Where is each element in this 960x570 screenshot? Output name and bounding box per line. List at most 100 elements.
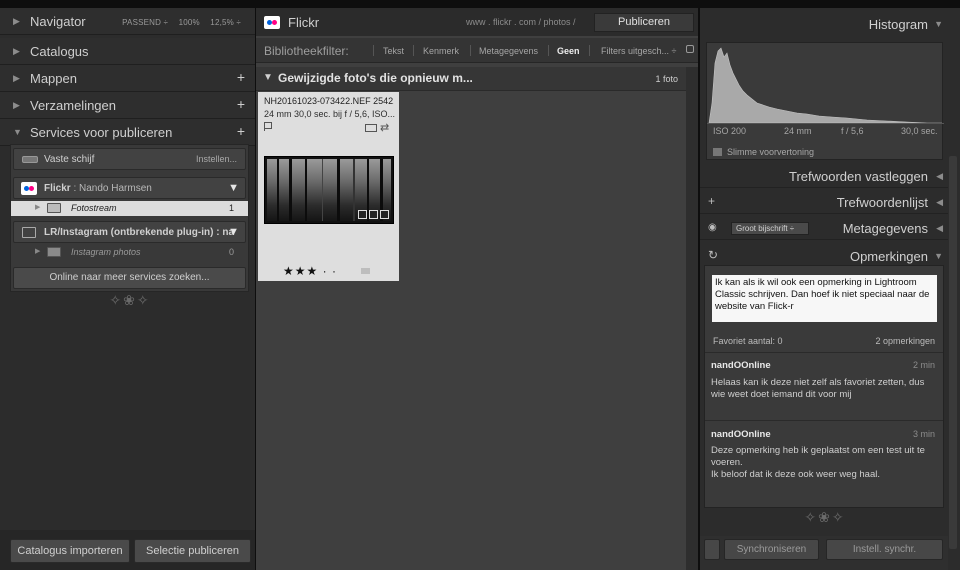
sync-arrows-icon: ⇄ — [380, 122, 390, 134]
comments-title: Opmerkingen — [849, 249, 928, 264]
zoom-100-option[interactable]: 100% — [179, 18, 200, 27]
find-more-services-button[interactable]: Online naar meer services zoeken... — [13, 267, 246, 289]
star-rating[interactable]: ★★★ · · — [283, 264, 337, 278]
favorites-count: Favoriet aantal: 0 — [713, 336, 783, 346]
divider — [373, 45, 374, 56]
expand-triangle-icon[interactable]: ◀ — [936, 171, 943, 182]
expand-triangle-icon[interactable]: ▶ — [13, 100, 20, 111]
publish-services-header[interactable]: ▼ Services voor publiceren + — [0, 119, 255, 146]
photo-thumbnail[interactable] — [264, 156, 394, 224]
chevron-down-icon[interactable]: ▼ — [228, 182, 239, 194]
publish-services-title: Services voor publiceren — [30, 125, 173, 140]
service-lr-instagram[interactable]: LR/Instagram (ontbrekende plug-in) : na … — [13, 221, 246, 243]
keywording-header[interactable]: Trefwoorden vastleggen ◀ — [700, 164, 948, 188]
metadata-header[interactable]: ◉ Groot bijschrift ÷ Metagegevens ◀ — [700, 216, 948, 240]
right-panel-scrollbar[interactable] — [949, 156, 957, 549]
service-flickr[interactable]: Flickr : Nando Harmsen ▼ — [13, 177, 246, 199]
sync-settings-button[interactable]: Instell. synchr. — [826, 539, 943, 560]
flickr-icon — [21, 182, 37, 195]
collapse-triangle-icon[interactable]: ▼ — [263, 72, 273, 83]
crop-badge-icon — [369, 210, 378, 219]
comment-time: 2 min — [912, 360, 935, 370]
color-label[interactable] — [361, 268, 370, 274]
smart-preview-checkbox[interactable] — [713, 148, 722, 156]
left-panel: ▶ Navigator PASSEND ÷ 100% 12,5% ÷ ▶ Cat… — [0, 8, 255, 570]
add-collection-icon[interactable]: + — [237, 96, 245, 112]
tree — [337, 159, 340, 221]
expand-triangle-icon[interactable]: ▶ — [35, 247, 40, 255]
zoom-fit-option[interactable]: PASSEND ÷ — [122, 18, 168, 27]
filter-preset-dropdown[interactable]: Filters uitgesch... ÷ — [601, 46, 676, 56]
photo-exif: 24 mm 30,0 sec. bij f / 5,6, ISO... — [264, 109, 396, 119]
comment-author: nandOOnline — [711, 360, 771, 371]
photo-grid-cell[interactable]: NH20161023-073422.NEF 2542... 24 mm 30,0… — [258, 92, 399, 281]
add-keyword-icon[interactable]: + — [708, 194, 715, 208]
lock-icon[interactable] — [686, 45, 694, 53]
keyword-list-header[interactable]: + Trefwoordenlijst ◀ — [700, 190, 948, 214]
filter-text-option[interactable]: Tekst — [383, 46, 404, 56]
expand-triangle-icon[interactable]: ▶ — [13, 46, 20, 57]
collection-count: 1 — [228, 203, 234, 213]
sync-bar: Synchroniseren Instell. synchr. — [700, 536, 948, 570]
divider — [705, 352, 943, 353]
service-flickr-label: Flickr : Nando Harmsen — [44, 183, 152, 194]
collection-fotostream[interactable]: ▶ Fotostream 1 — [11, 201, 248, 216]
filter-metadata-option[interactable]: Metagegevens — [479, 46, 538, 56]
filter-none-option[interactable]: Geen — [557, 46, 580, 56]
collapse-triangle-icon[interactable]: ▼ — [934, 251, 943, 261]
navigator-title: Navigator — [30, 14, 86, 29]
import-catalog-button[interactable]: Catalogus importeren — [10, 539, 130, 563]
metadata-title: Metagegevens — [842, 221, 928, 236]
tree — [289, 159, 292, 221]
divider — [470, 45, 471, 56]
divider — [548, 45, 549, 56]
setup-link[interactable]: Instellen... — [196, 154, 237, 164]
tree — [322, 159, 323, 221]
metadata-preset-dropdown[interactable]: Groot bijschrift ÷ — [731, 222, 809, 235]
navigator-header[interactable]: ▶ Navigator PASSEND ÷ 100% 12,5% ÷ — [0, 8, 255, 35]
histogram-graph — [707, 47, 944, 124]
add-folder-icon[interactable]: + — [237, 69, 245, 85]
expand-triangle-icon[interactable]: ◀ — [936, 197, 943, 208]
grid-scrollbar[interactable] — [686, 67, 698, 570]
synchronize-button[interactable]: Synchroniseren — [724, 539, 819, 560]
folders-title: Mappen — [30, 71, 77, 86]
collection-count: 0 — [228, 247, 234, 257]
modified-photos-section-header[interactable]: ▼ Gewijzigde foto's die opnieuw m... 1 f… — [256, 67, 686, 91]
expand-triangle-icon[interactable]: ▶ — [13, 73, 20, 84]
eye-icon[interactable]: ◉ — [708, 222, 717, 233]
expand-triangle-icon[interactable]: ▶ — [13, 16, 20, 27]
keywording-title: Trefwoorden vastleggen — [789, 169, 928, 184]
collection-instagram-photos[interactable]: ▶ Instagram photos 0 — [11, 245, 248, 260]
service-url: www . flickr . com / photos / — [466, 17, 576, 27]
catalog-header[interactable]: ▶ Catalogus — [0, 38, 255, 65]
aperture: f / 5,6 — [841, 126, 864, 136]
instagram-label: LR/Instagram (ontbrekende plug-in) — [44, 227, 214, 238]
zoom-custom-option[interactable]: 12,5% ÷ — [210, 18, 241, 27]
comment-input[interactable]: Ik kan als ik wil ook een opmerking in L… — [712, 275, 937, 322]
folders-header[interactable]: ▶ Mappen + — [0, 65, 255, 92]
service-hard-drive[interactable]: Vaste schijf Instellen... — [13, 148, 246, 170]
section-title: Gewijzigde foto's die opnieuw m... — [278, 71, 473, 85]
publish-collection-icon — [47, 203, 61, 213]
navigator-zoom-options[interactable]: PASSEND ÷ 100% 12,5% ÷ — [114, 18, 241, 27]
publish-button[interactable]: Publiceren — [594, 13, 694, 32]
expand-triangle-icon[interactable]: ▶ — [35, 203, 40, 211]
expand-triangle-icon[interactable]: ◀ — [936, 223, 943, 234]
flickr-account: : Nando Harmsen — [73, 183, 152, 194]
add-service-icon[interactable]: + — [237, 123, 245, 139]
histogram-header[interactable]: Histogram ▼ — [700, 12, 948, 36]
collapse-triangle-icon[interactable]: ▼ — [934, 19, 943, 29]
publish-selection-button[interactable]: Selectie publiceren — [134, 539, 251, 563]
comment-author: nandOOnline — [711, 429, 771, 440]
sync-toggle-switch[interactable] — [704, 539, 720, 560]
comment-time: 3 min — [912, 429, 935, 439]
filter-attribute-option[interactable]: Kenmerk — [423, 46, 459, 56]
flag-icon[interactable] — [264, 122, 272, 131]
chevron-down-icon[interactable]: ▼ — [228, 226, 239, 238]
histogram: ISO 200 24 mm f / 5,6 30,0 sec. Slimme v… — [706, 42, 944, 160]
refresh-icon[interactable]: ↻ — [708, 248, 718, 262]
collapse-triangle-icon[interactable]: ▼ — [13, 127, 22, 137]
collections-header[interactable]: ▶ Verzamelingen + — [0, 92, 255, 119]
divider — [589, 45, 590, 56]
